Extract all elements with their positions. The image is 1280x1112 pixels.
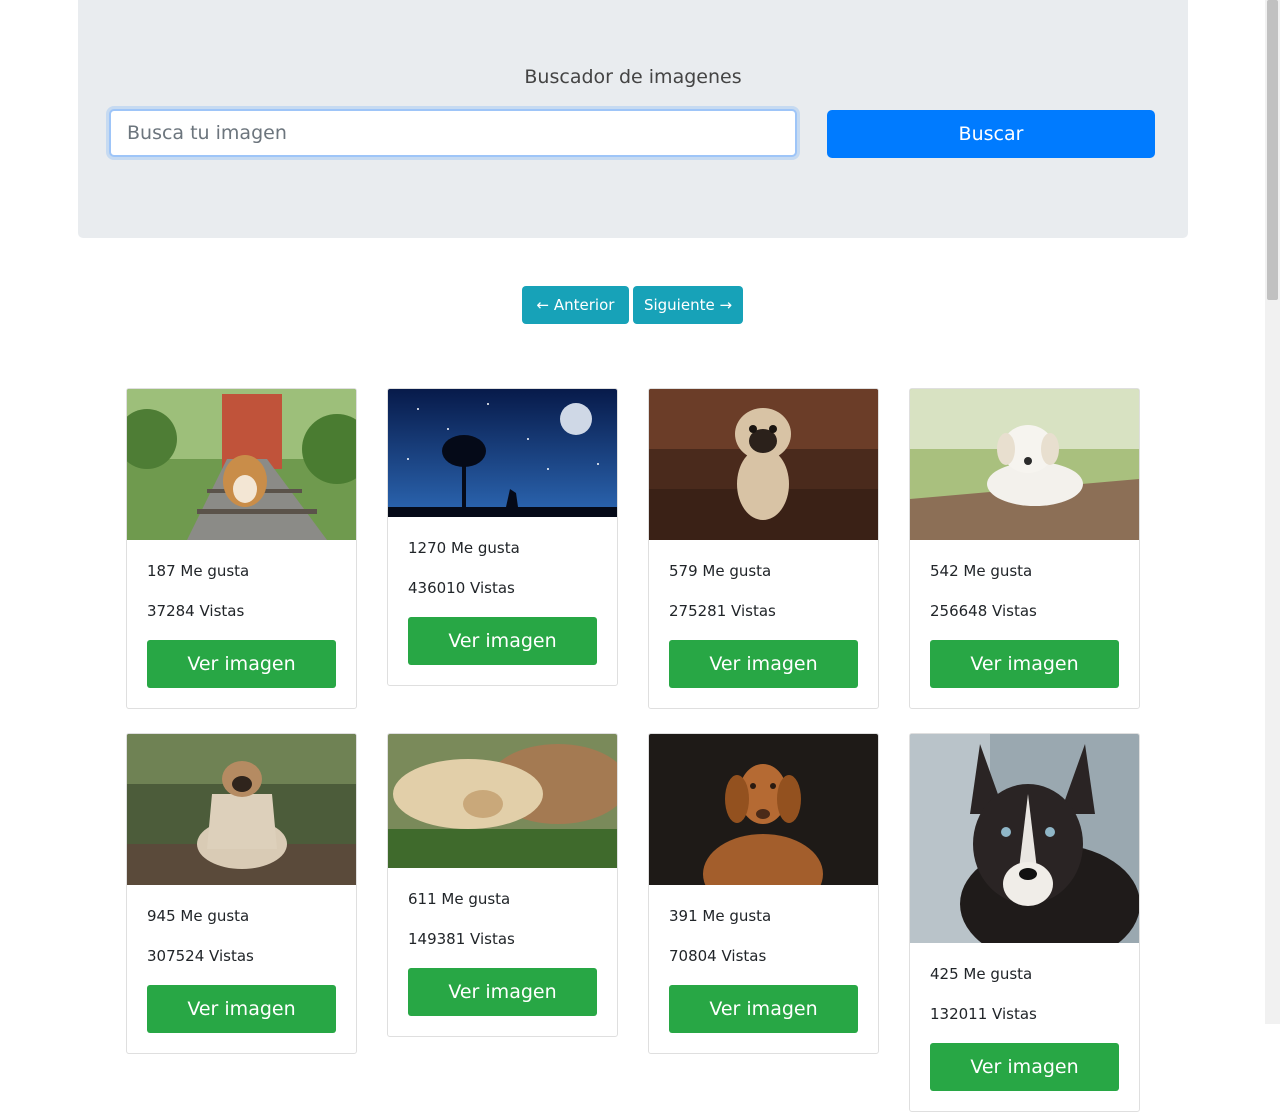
night-sky-image[interactable]	[388, 389, 617, 517]
page-scrollbar[interactable]	[1265, 0, 1280, 1024]
view-image-button[interactable]: Ver imagen	[147, 640, 336, 688]
view-image-button[interactable]: Ver imagen	[930, 1043, 1119, 1091]
image-card: 542 Me gusta 256648 Vistas Ver imagen	[909, 388, 1140, 709]
view-image-button[interactable]: Ver imagen	[408, 617, 597, 665]
view-image-button[interactable]: Ver imagen	[408, 968, 597, 1016]
views-count: 307524 Vistas	[147, 947, 254, 965]
previous-page-button[interactable]: ← Anterior	[522, 286, 629, 324]
likes-count: 391 Me gusta	[669, 907, 772, 925]
likes-count: 1270 Me gusta	[408, 539, 520, 557]
image-card: 425 Me gusta 132011 Vistas Ver imagen	[909, 733, 1140, 1112]
image-card: 945 Me gusta 307524 Vistas Ver imagen	[126, 733, 357, 1054]
image-card: 611 Me gusta 149381 Vistas Ver imagen	[387, 733, 618, 1037]
view-image-button[interactable]: Ver imagen	[669, 985, 858, 1033]
image-card: 1270 Me gusta 436010 Vistas Ver imagen	[387, 388, 618, 686]
next-page-button[interactable]: Siguiente →	[633, 286, 743, 324]
dog-and-cat-image[interactable]	[388, 734, 617, 868]
husky-image[interactable]	[910, 734, 1139, 943]
view-image-button[interactable]: Ver imagen	[930, 640, 1119, 688]
views-count: 37284 Vistas	[147, 602, 245, 620]
search-button[interactable]: Buscar	[827, 110, 1155, 158]
white-puppy-image[interactable]	[910, 389, 1139, 540]
search-input[interactable]	[109, 109, 797, 157]
views-count: 275281 Vistas	[669, 602, 776, 620]
likes-count: 425 Me gusta	[930, 965, 1033, 983]
likes-count: 542 Me gusta	[930, 562, 1033, 580]
image-card: 579 Me gusta 275281 Vistas Ver imagen	[648, 388, 879, 709]
view-image-button[interactable]: Ver imagen	[669, 640, 858, 688]
search-header: Buscador de imagenes Buscar	[78, 0, 1188, 238]
views-count: 436010 Vistas	[408, 579, 515, 597]
view-image-button[interactable]: Ver imagen	[147, 985, 336, 1033]
pug-blanket-image[interactable]	[127, 734, 356, 885]
likes-count: 187 Me gusta	[147, 562, 250, 580]
image-card: 391 Me gusta 70804 Vistas Ver imagen	[648, 733, 879, 1054]
views-count: 256648 Vistas	[930, 602, 1037, 620]
corgi-on-tracks-image[interactable]	[127, 389, 356, 540]
vizsla-image[interactable]	[649, 734, 878, 885]
views-count: 70804 Vistas	[669, 947, 767, 965]
image-card: 187 Me gusta 37284 Vistas Ver imagen	[126, 388, 357, 709]
views-count: 149381 Vistas	[408, 930, 515, 948]
pug-puppy-image[interactable]	[649, 389, 878, 540]
likes-count: 945 Me gusta	[147, 907, 250, 925]
likes-count: 579 Me gusta	[669, 562, 772, 580]
scrollbar-thumb[interactable]	[1267, 0, 1278, 300]
views-count: 132011 Vistas	[930, 1005, 1037, 1023]
likes-count: 611 Me gusta	[408, 890, 511, 908]
page-title: Buscador de imagenes	[524, 66, 742, 88]
